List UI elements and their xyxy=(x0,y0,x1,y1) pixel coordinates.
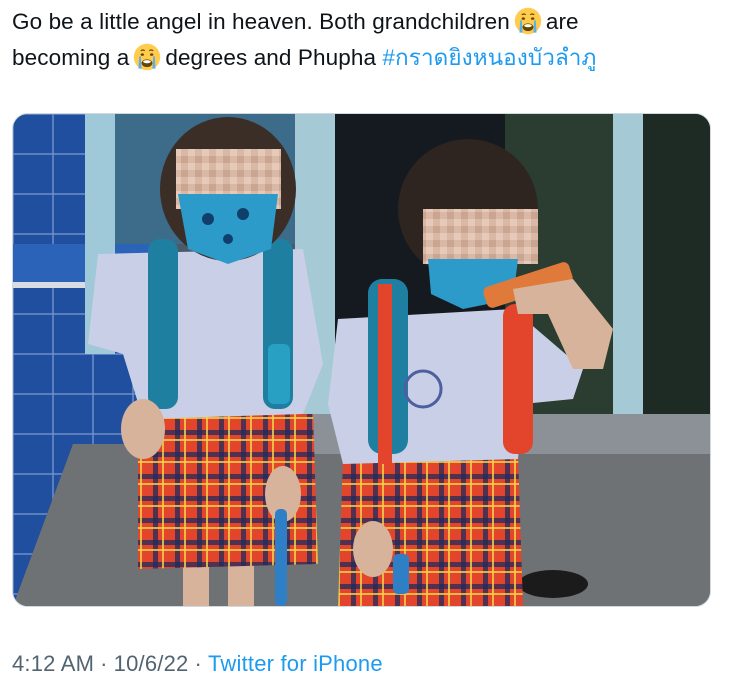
photo-illustration xyxy=(13,114,710,606)
tweet-text: Go be a little angel in heaven. Both gra… xyxy=(12,4,718,76)
tweet-meta: 4:12 AM · 10/6/22 · Twitter for iPhone xyxy=(12,646,383,682)
crying-face-emoji-icon xyxy=(514,7,542,35)
crying-face-emoji-icon xyxy=(134,43,161,71)
tweet-time[interactable]: 4:12 AM xyxy=(12,651,94,676)
tweet-date[interactable]: 10/6/22 xyxy=(114,651,189,676)
hashtag-link[interactable]: #กราดยิงหนองบัวลำภู xyxy=(382,45,596,70)
tweet-source-link[interactable]: Twitter for iPhone xyxy=(208,651,383,676)
tweet-text-line1-end: are xyxy=(545,9,579,34)
tweet-text-line2-start: becoming a xyxy=(12,45,130,70)
meta-separator: · xyxy=(100,651,108,676)
tweet-text-line2-middle: degrees and Phupha xyxy=(165,45,377,70)
meta-separator: · xyxy=(194,651,202,676)
tweet-photo[interactable] xyxy=(12,113,711,607)
tweet-text-line1: Go be a little angel in heaven. Both gra… xyxy=(12,9,510,34)
